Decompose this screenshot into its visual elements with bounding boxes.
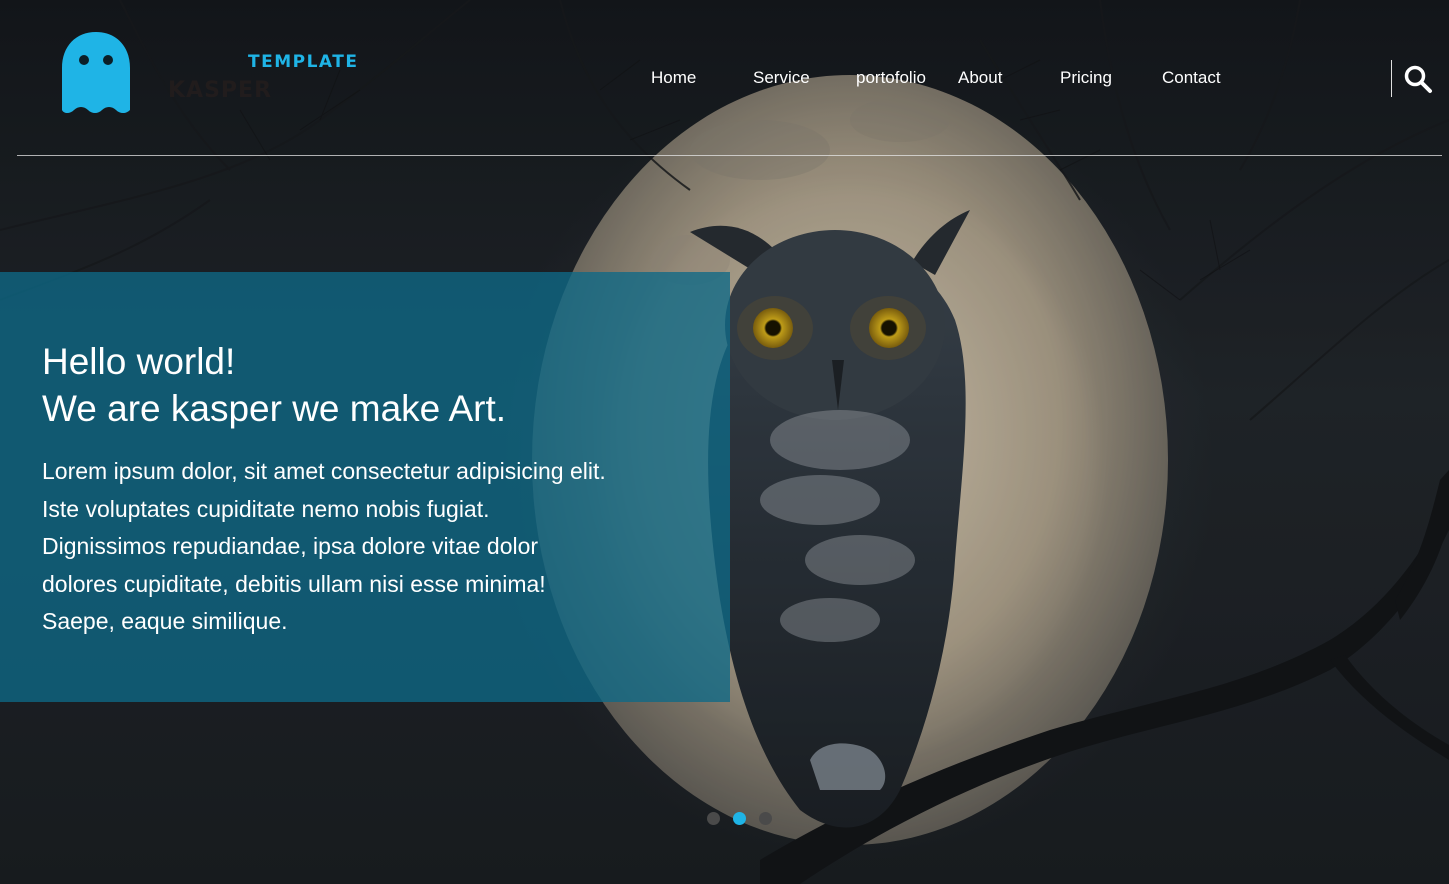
hero-headline-line2: We are kasper we make Art.: [42, 388, 507, 429]
slider-dot-3[interactable]: [759, 812, 772, 825]
search-icon[interactable]: [1403, 64, 1433, 94]
hero-description-line: Saepe, eaque similique.: [42, 608, 288, 634]
hero-description-line: Lorem ipsum dolor, sit amet consectetur …: [42, 458, 606, 484]
site-header: TEMPLATE KASPER Home Service portofolio …: [0, 0, 1449, 156]
nav-link-contact[interactable]: Contact: [1162, 68, 1221, 88]
nav-link-pricing[interactable]: Pricing: [1060, 68, 1112, 88]
hero-headline: Hello world! We are kasper we make Art.: [42, 338, 690, 432]
nav-link-service[interactable]: Service: [753, 68, 810, 88]
hero-text-box: Hello world! We are kasper we make Art. …: [0, 272, 730, 702]
slider-dot-2[interactable]: [733, 812, 746, 825]
hero-section: TEMPLATE KASPER Home Service portofolio …: [0, 0, 1449, 884]
nav-link-about[interactable]: About: [958, 68, 1002, 88]
ghost-logo-icon[interactable]: [60, 30, 132, 114]
header-divider-line: [17, 155, 1442, 156]
logo-subtext: KASPER: [168, 78, 273, 103]
nav-link-home[interactable]: Home: [651, 68, 696, 88]
hero-description-line: Iste voluptates cupiditate nemo nobis fu…: [42, 495, 490, 522]
hero-headline-line1: Hello world!: [42, 341, 236, 382]
hero-description-line: Dignissimos repudiandae, ipsa dolore vit…: [42, 533, 539, 559]
search-divider: [1391, 60, 1392, 97]
logo-text: TEMPLATE: [248, 52, 359, 72]
nav-link-portofolio[interactable]: portofolio: [856, 68, 926, 88]
slider-dot-1[interactable]: [707, 812, 720, 825]
hero-description-line: dolores cupiditate, debitis ullam nisi e…: [42, 570, 546, 597]
hero-description: Lorem ipsum dolor, sit amet consectetur …: [42, 453, 690, 641]
